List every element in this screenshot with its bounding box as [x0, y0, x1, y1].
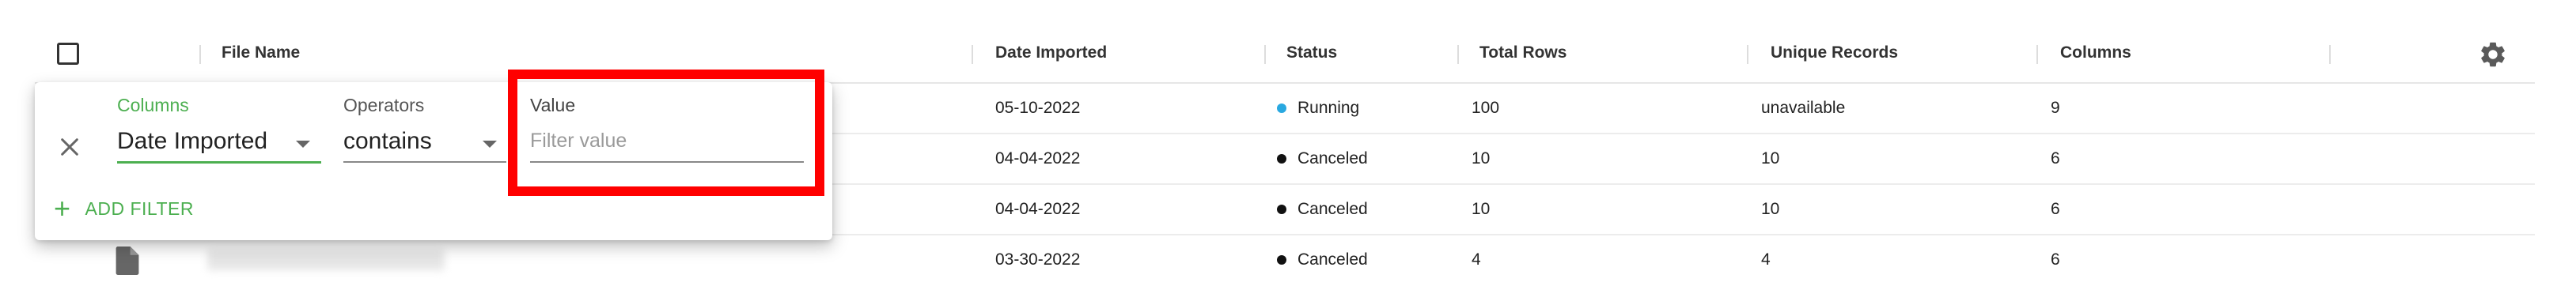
header-date-imported[interactable]: Date Imported [995, 24, 1107, 82]
column-separator [2329, 45, 2331, 64]
table-header: File Name Date Imported Status Total Row… [35, 24, 2535, 84]
status-text: Canceled [1297, 250, 1368, 269]
cell-columns: 6 [2051, 149, 2060, 167]
header-unique-records[interactable]: Unique Records [1771, 24, 1898, 82]
settings-gear-icon[interactable] [2478, 40, 2508, 70]
cell-unique-records: 10 [1761, 200, 1780, 218]
column-separator [972, 45, 973, 64]
cell-columns: 9 [2051, 99, 2060, 117]
status-canceled-icon [1277, 154, 1286, 164]
cell-date-imported: 04-04-2022 [995, 200, 1081, 218]
table-row[interactable]: 03-30-2022 Canceled 4 4 6 [35, 235, 2535, 286]
cell-status: Canceled [1277, 235, 1368, 284]
status-text: Running [1297, 99, 1360, 117]
cell-status: Running [1277, 84, 1359, 133]
dropdown-arrow-icon[interactable] [483, 141, 497, 148]
column-separator [199, 45, 201, 64]
status-text: Canceled [1297, 149, 1368, 167]
cell-date-imported: 03-30-2022 [995, 250, 1081, 269]
file-icon [116, 246, 139, 275]
cell-status: Canceled [1277, 185, 1368, 234]
columns-select-underline [117, 161, 321, 164]
close-icon[interactable] [57, 134, 82, 160]
column-separator [1457, 45, 1459, 64]
columns-select[interactable]: Date Imported [117, 128, 267, 155]
cell-status: Canceled [1277, 134, 1368, 183]
column-separator [1747, 45, 1748, 64]
status-running-icon [1277, 103, 1286, 113]
header-columns[interactable]: Columns [2060, 24, 2131, 82]
value-field-highlight [508, 70, 824, 196]
status-canceled-icon [1277, 255, 1286, 265]
cell-total-rows: 10 [1472, 149, 1491, 167]
header-status[interactable]: Status [1286, 24, 1337, 82]
status-text: Canceled [1297, 200, 1368, 218]
operators-select[interactable]: contains [343, 128, 432, 155]
header-total-rows[interactable]: Total Rows [1479, 24, 1566, 82]
cell-unique-records: 4 [1761, 250, 1771, 269]
cell-date-imported: 05-10-2022 [995, 99, 1081, 117]
add-filter-label: ADD FILTER [85, 198, 195, 219]
column-separator [1264, 45, 1266, 64]
cell-date-imported: 04-04-2022 [995, 149, 1081, 167]
blurred-file-name [207, 250, 445, 270]
cell-columns: 6 [2051, 250, 2060, 269]
operators-select-underline [343, 161, 506, 163]
add-filter-button[interactable]: + ADD FILTER [54, 193, 194, 224]
cell-total-rows: 10 [1472, 200, 1491, 218]
cell-columns: 6 [2051, 200, 2060, 218]
plus-icon: + [54, 192, 71, 224]
status-canceled-icon [1277, 205, 1286, 214]
header-file-name[interactable]: File Name [222, 24, 300, 82]
cell-total-rows: 100 [1472, 99, 1500, 117]
operators-label: Operators [343, 95, 425, 115]
column-separator [2036, 45, 2038, 64]
dropdown-arrow-icon[interactable] [296, 141, 310, 148]
cell-unique-records: unavailable [1761, 99, 1846, 117]
cell-total-rows: 4 [1472, 250, 1481, 269]
columns-label: Columns [117, 95, 189, 115]
cell-unique-records: 10 [1761, 149, 1780, 167]
